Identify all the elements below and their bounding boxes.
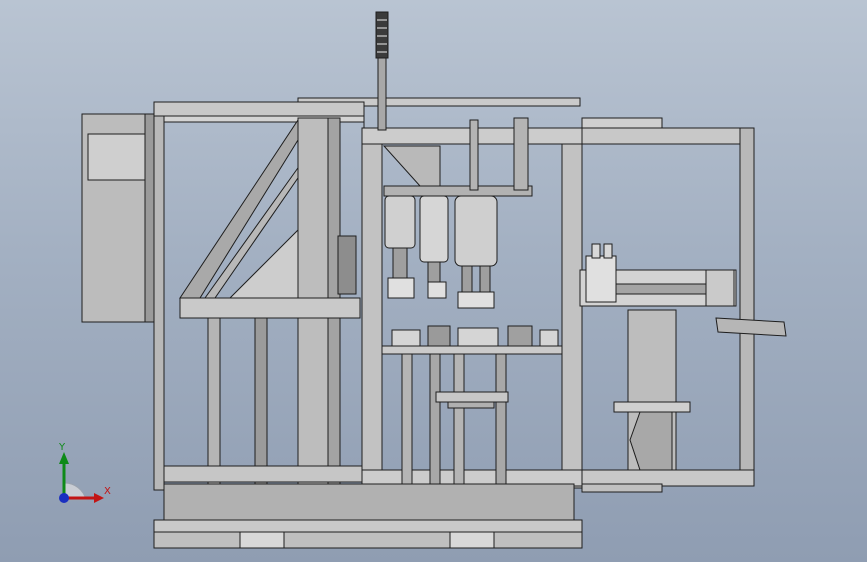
cylinder-2[interactable] [419, 195, 449, 263]
table-crossbar [435, 391, 509, 403]
coordinate-triad: Y X [40, 440, 120, 510]
gantry-plate [383, 185, 533, 197]
cylinder-3[interactable] [454, 195, 498, 267]
center-left-upright [361, 127, 383, 489]
sensor-bracket [337, 235, 357, 295]
right-top-ledge [581, 117, 663, 129]
base-skid [153, 531, 583, 549]
gripper-head-1[interactable] [387, 277, 415, 299]
fixture-5[interactable] [539, 329, 559, 347]
right-shelf[interactable] [613, 401, 691, 413]
gantry-gusset [382, 145, 441, 187]
left-column-b [327, 117, 341, 521]
y-axis-label: Y [59, 442, 66, 453]
base-pad-right [581, 483, 663, 493]
graphics-viewport[interactable]: Y X [0, 0, 867, 562]
signal-tower-head[interactable] [375, 11, 389, 59]
frame-left-upright [153, 101, 165, 491]
frame-top-beam [153, 101, 365, 117]
gripper-head-3[interactable] [457, 291, 495, 309]
machine-assembly-model[interactable] [0, 0, 867, 562]
base-frame[interactable] [153, 519, 583, 533]
cabinet-door-panel [87, 133, 149, 181]
piston-rod-1 [392, 247, 408, 279]
actuator-valve-a[interactable] [591, 243, 601, 259]
x-axis-label: X [104, 486, 111, 497]
table-crossbar-lower [447, 401, 495, 409]
cylinder-1[interactable] [384, 195, 416, 249]
gripper-head-2[interactable] [427, 281, 447, 299]
gantry-upright-a [469, 119, 479, 191]
base-legs-band [163, 483, 575, 521]
actuator-end-block[interactable] [705, 269, 735, 307]
signal-tower-pole[interactable] [377, 54, 387, 131]
right-module-outer-wall [739, 127, 755, 487]
actuator-valve-b[interactable] [603, 243, 613, 259]
piston-rod-3a [461, 265, 473, 295]
fixture-4[interactable] [507, 325, 533, 347]
actuator-carriage[interactable] [585, 255, 617, 303]
cabinet-side [144, 113, 155, 323]
right-module-top [581, 127, 755, 145]
piston-rod-2 [427, 261, 441, 283]
work-table[interactable] [381, 345, 563, 355]
beam-mid-left [179, 297, 361, 319]
fixture-3[interactable] [457, 327, 499, 347]
base-foot-left [239, 531, 285, 549]
x-axis-arrowhead [94, 493, 104, 503]
center-right-upright [561, 127, 583, 489]
y-axis-arrowhead [59, 452, 69, 464]
beam-lower-left [163, 465, 365, 483]
piston-rod-3b [479, 265, 491, 295]
side-handle[interactable] [715, 317, 787, 337]
z-axis-dot [59, 493, 69, 503]
guard-side-panel [228, 228, 299, 299]
left-column-a [297, 117, 329, 521]
gantry-upright-b [513, 117, 529, 191]
fixture-2[interactable] [427, 325, 451, 347]
base-foot-center [449, 531, 495, 549]
fixture-1[interactable] [391, 329, 421, 347]
